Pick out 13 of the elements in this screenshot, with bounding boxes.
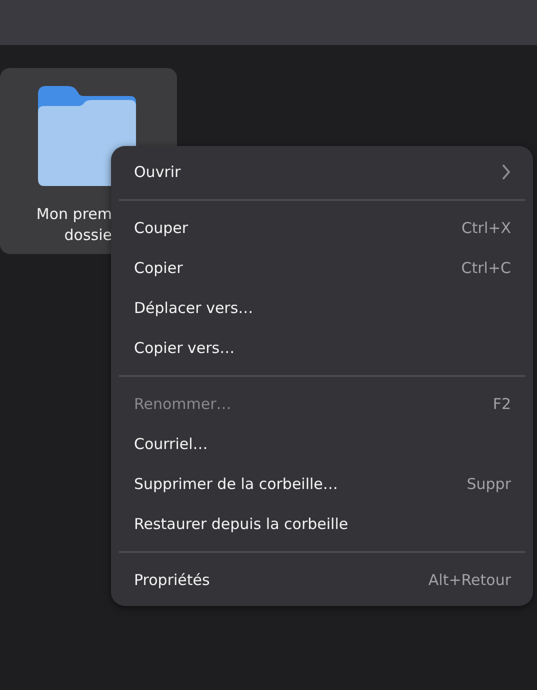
menu-item[interactable]: Déplacer vers… bbox=[119, 288, 525, 328]
menu-item[interactable]: Supprimer de la corbeille… Suppr bbox=[119, 464, 525, 504]
shortcut-label: F2 bbox=[492, 395, 511, 413]
shortcut-label: Ctrl+X bbox=[461, 219, 511, 237]
folder-name: dossie bbox=[64, 225, 112, 246]
folder-name: Mon prem bbox=[36, 204, 112, 225]
menu-item[interactable]: Restaurer depuis la corbeille bbox=[119, 504, 525, 544]
menu-item[interactable]: Copier vers… bbox=[119, 328, 525, 368]
shortcut-label: Suppr bbox=[466, 475, 511, 493]
menu-item[interactable]: Propriétés Alt+Retour bbox=[119, 560, 525, 600]
shortcut-label: Ctrl+C bbox=[461, 259, 511, 277]
shortcut-label: Alt+Retour bbox=[428, 571, 511, 589]
menu-item[interactable]: Courriel… bbox=[119, 424, 525, 464]
